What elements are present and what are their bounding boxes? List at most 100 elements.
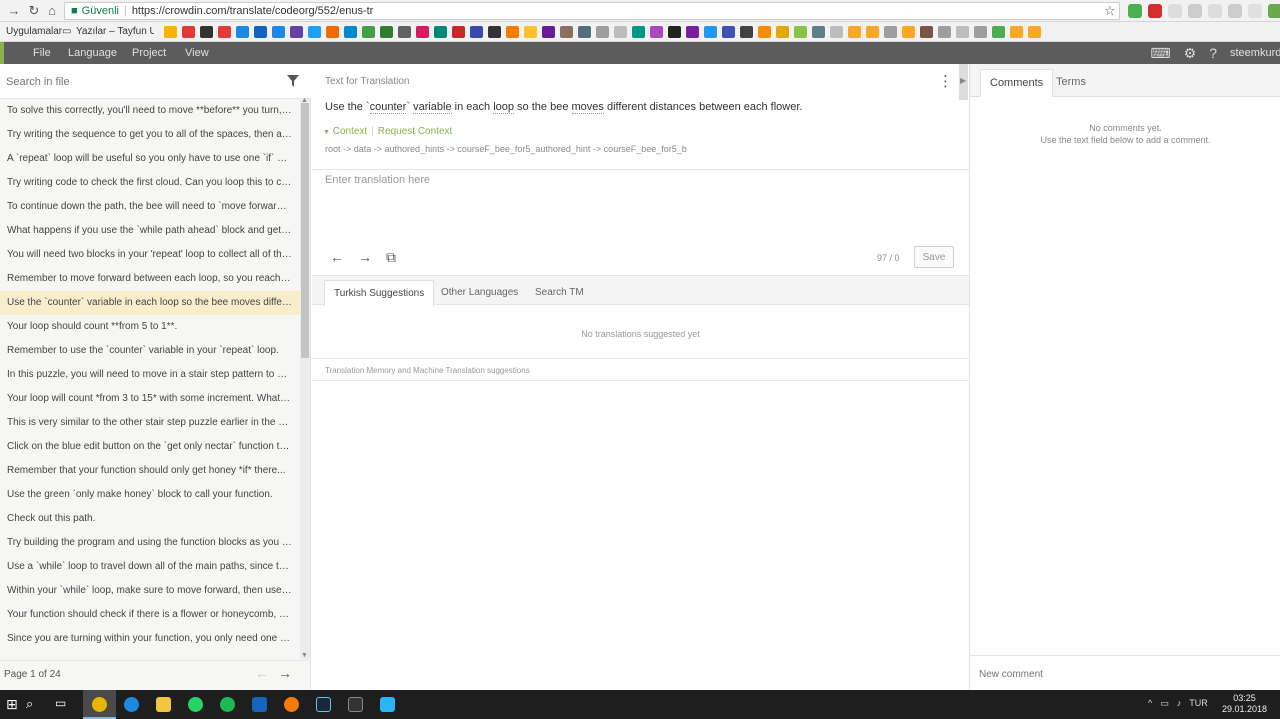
bookmark-icon[interactable] [560, 26, 573, 38]
folder-bookmark[interactable]: Yazılar – Tayfun Uzun [76, 22, 154, 41]
network-icon[interactable]: ▭ [1160, 698, 1169, 709]
whatsapp-icon[interactable] [188, 697, 203, 712]
string-list-item[interactable]: Remember to move forward between each lo… [0, 267, 300, 291]
spotify-icon[interactable] [220, 697, 235, 712]
bookmark-icon[interactable] [596, 26, 609, 38]
bookmark-icon[interactable] [452, 26, 465, 38]
next-page-icon[interactable]: → [278, 665, 292, 681]
more-options-icon[interactable]: ⋮ [938, 72, 953, 90]
string-list-item[interactable]: Try building the program and using the f… [0, 531, 300, 555]
menu-language[interactable]: Language [68, 42, 117, 64]
extension-icon[interactable] [1188, 4, 1202, 18]
string-list-item[interactable]: Use the green `only make honey` block to… [0, 483, 300, 507]
term-moves[interactable]: moves [571, 101, 604, 114]
volume-icon[interactable]: ♪ [1177, 698, 1182, 709]
string-list-item[interactable]: You will need two blocks in your 'repeat… [0, 243, 300, 267]
term-loop[interactable]: loop [493, 101, 514, 114]
bookmark-icon[interactable] [740, 26, 753, 38]
bookmark-icon[interactable] [506, 26, 519, 38]
bookmark-icon[interactable] [938, 26, 951, 38]
menu-view[interactable]: View [185, 42, 209, 64]
string-list-item[interactable]: Use the `counter` variable in each loop … [0, 291, 300, 315]
term-counter[interactable]: counter [369, 101, 407, 114]
bookmark-icon[interactable] [650, 26, 663, 38]
extension-icon[interactable] [1248, 4, 1262, 18]
tab-comments[interactable]: Comments [980, 69, 1054, 97]
bookmark-star-icon[interactable]: ☆ [1104, 3, 1116, 19]
keyboard-icon[interactable]: ⌨ [1150, 45, 1170, 62]
extension-icon[interactable] [1228, 4, 1242, 18]
extension-icon[interactable] [1268, 4, 1280, 18]
bookmark-icon[interactable] [614, 26, 627, 38]
extension-icon[interactable] [1128, 4, 1142, 18]
bookmark-icon[interactable] [632, 26, 645, 38]
context-link[interactable]: Context [333, 126, 367, 137]
panel-grip[interactable] [0, 42, 4, 64]
bookmark-icon[interactable] [218, 26, 231, 38]
new-comment-input[interactable] [979, 664, 1269, 684]
tab-turkish-suggestions[interactable]: Turkish Suggestions [324, 280, 435, 307]
term-variable[interactable]: variable [413, 101, 452, 114]
bookmark-icon[interactable] [236, 26, 249, 38]
home-icon[interactable]: ⌂ [44, 3, 60, 19]
menu-project[interactable]: Project [132, 42, 166, 64]
string-list-item[interactable]: Since you are turning within your functi… [0, 627, 300, 649]
string-list-item[interactable]: This is very similar to the other stair … [0, 411, 300, 435]
bookmark-icon[interactable] [902, 26, 915, 38]
bookmark-icon[interactable] [398, 26, 411, 38]
extension-icon[interactable] [1208, 4, 1222, 18]
filter-icon[interactable] [286, 74, 300, 88]
app-icon[interactable] [380, 697, 395, 712]
app-icon[interactable] [348, 697, 363, 712]
translation-input[interactable] [325, 174, 955, 234]
bookmark-icon[interactable] [686, 26, 699, 38]
bookmark-icon[interactable] [308, 26, 321, 38]
previous-string-icon[interactable]: ← [330, 249, 344, 266]
string-list-item[interactable]: To solve this correctly, you'll need to … [0, 99, 300, 123]
bookmark-icon[interactable] [272, 26, 285, 38]
search-icon[interactable]: ⌕ [26, 696, 33, 712]
search-input[interactable] [6, 72, 276, 92]
bookmark-icon[interactable] [848, 26, 861, 38]
bookmark-icon[interactable] [164, 26, 177, 38]
copy-source-icon[interactable]: ⧉ [386, 249, 396, 266]
string-list-item[interactable]: Your loop should count **from 5 to 1**. [0, 315, 300, 339]
next-string-icon[interactable]: → [358, 249, 372, 266]
bookmark-icon[interactable] [254, 26, 267, 38]
bookmark-icon[interactable] [974, 26, 987, 38]
bookmark-icon[interactable] [722, 26, 735, 38]
bookmark-icon[interactable] [290, 26, 303, 38]
bookmark-icon[interactable] [326, 26, 339, 38]
scrollbar-thumb[interactable] [301, 103, 309, 358]
bookmark-icon[interactable] [830, 26, 843, 38]
bookmark-icon[interactable] [920, 26, 933, 38]
bookmark-icon[interactable] [344, 26, 357, 38]
bookmark-icon[interactable] [416, 26, 429, 38]
bookmark-icon[interactable] [884, 26, 897, 38]
help-icon[interactable]: ? [1209, 45, 1217, 61]
bookmark-icon[interactable] [1028, 26, 1041, 38]
bookmark-icon[interactable] [704, 26, 717, 38]
app-icon[interactable] [252, 697, 267, 712]
bookmark-icon[interactable] [794, 26, 807, 38]
steam-icon[interactable] [316, 697, 331, 712]
bookmark-icon[interactable] [1010, 26, 1023, 38]
prev-page-icon[interactable]: ← [255, 665, 269, 681]
reload-icon[interactable]: ↻ [26, 3, 42, 19]
bookmark-icon[interactable] [578, 26, 591, 38]
save-button[interactable]: Save [914, 246, 954, 268]
string-list-item[interactable]: In this puzzle, you will need to move in… [0, 363, 300, 387]
bookmark-icon[interactable] [866, 26, 879, 38]
string-list-item[interactable]: Try writing the sequence to get you to a… [0, 123, 300, 147]
task-view-icon[interactable]: ▭ [55, 696, 66, 710]
string-list-item[interactable]: What happens if you use the `while path … [0, 219, 300, 243]
bookmark-icon[interactable] [434, 26, 447, 38]
bookmark-icon[interactable] [812, 26, 825, 38]
extension-icon[interactable] [1168, 4, 1182, 18]
string-list-item[interactable]: A `repeat` loop will be useful so you on… [0, 147, 300, 171]
gear-icon[interactable]: ⚙ [1184, 45, 1197, 62]
bookmark-icon[interactable] [524, 26, 537, 38]
windows-start-icon[interactable]: ⊞ [6, 696, 18, 713]
clock[interactable]: 03:25 29.01.2018 [1222, 693, 1267, 715]
string-list-item[interactable]: Within your `while` loop, make sure to m… [0, 579, 300, 603]
